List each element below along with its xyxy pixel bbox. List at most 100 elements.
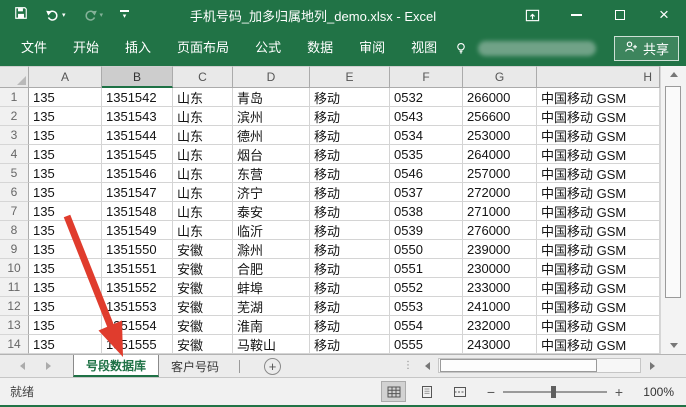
cell[interactable]: 移动 xyxy=(310,126,390,145)
cell[interactable]: 0538 xyxy=(390,202,463,221)
scroll-left-arrow[interactable] xyxy=(420,358,434,373)
vertical-scrollbar[interactable] xyxy=(660,66,686,354)
cell[interactable]: 241000 xyxy=(463,297,537,316)
normal-view-icon[interactable] xyxy=(381,381,406,402)
cell[interactable]: 0537 xyxy=(390,183,463,202)
row-header[interactable]: 6 xyxy=(0,183,29,202)
cell[interactable]: 山东 xyxy=(173,202,233,221)
cell[interactable]: 253000 xyxy=(463,126,537,145)
undo-button[interactable]: ▾ xyxy=(45,8,66,22)
cell[interactable]: 中国移动 GSM xyxy=(537,221,660,240)
cell[interactable]: 山东 xyxy=(173,145,233,164)
cell[interactable]: 135 xyxy=(29,335,102,354)
cell[interactable]: 山东 xyxy=(173,164,233,183)
scroll-right-arrow[interactable] xyxy=(645,358,659,373)
tell-me-blurred-area[interactable] xyxy=(478,40,597,56)
column-header-F[interactable]: F xyxy=(390,66,463,88)
maximize-icon[interactable] xyxy=(598,0,642,30)
cell[interactable]: 0539 xyxy=(390,221,463,240)
cell[interactable]: 临沂 xyxy=(233,221,310,240)
cell[interactable]: 1351554 xyxy=(102,316,173,335)
ribbon-tab-公式[interactable]: 公式 xyxy=(242,30,294,66)
previous-sheet-icon[interactable] xyxy=(20,362,25,370)
add-sheet-icon[interactable]: + xyxy=(264,357,282,375)
row-header[interactable]: 3 xyxy=(0,126,29,145)
cell[interactable]: 1351552 xyxy=(102,278,173,297)
cell[interactable]: 264000 xyxy=(463,145,537,164)
zoom-slider-thumb[interactable] xyxy=(551,385,556,398)
cell[interactable]: 0553 xyxy=(390,297,463,316)
cell[interactable]: 135 xyxy=(29,278,102,297)
row-header[interactable]: 4 xyxy=(0,145,29,164)
cell[interactable]: 0543 xyxy=(390,107,463,126)
chevron-down-icon[interactable]: ▾ xyxy=(62,12,66,19)
cell[interactable]: 1351555 xyxy=(102,335,173,354)
cell[interactable]: 中国移动 GSM xyxy=(537,278,660,297)
cell[interactable]: 0551 xyxy=(390,259,463,278)
cell[interactable]: 中国移动 GSM xyxy=(537,126,660,145)
column-header-A[interactable]: A xyxy=(29,66,102,88)
cell[interactable]: 中国移动 GSM xyxy=(537,335,660,354)
cell[interactable]: 1351550 xyxy=(102,240,173,259)
lightbulb-icon[interactable] xyxy=(454,41,468,56)
sheet-tab-客户号码[interactable]: 客户号码 xyxy=(159,355,231,377)
cell[interactable]: 安徽 xyxy=(173,259,233,278)
select-all-corner[interactable] xyxy=(0,66,29,88)
cell[interactable]: 山东 xyxy=(173,107,233,126)
ribbon-tab-审阅[interactable]: 审阅 xyxy=(346,30,398,66)
cell[interactable]: 1351553 xyxy=(102,297,173,316)
row-header[interactable]: 10 xyxy=(0,259,29,278)
close-icon[interactable]: × xyxy=(642,0,686,30)
cell[interactable]: 安徽 xyxy=(173,278,233,297)
row-header[interactable]: 12 xyxy=(0,297,29,316)
cell[interactable]: 135 xyxy=(29,297,102,316)
row-header[interactable]: 13 xyxy=(0,316,29,335)
column-header-C[interactable]: C xyxy=(173,66,233,88)
cell[interactable]: 1351546 xyxy=(102,164,173,183)
scroll-down-arrow[interactable] xyxy=(661,337,686,354)
cell[interactable]: 中国移动 GSM xyxy=(537,259,660,278)
cell[interactable]: 移动 xyxy=(310,297,390,316)
minimize-icon[interactable] xyxy=(554,0,598,30)
zoom-out-button[interactable]: − xyxy=(486,384,496,400)
ribbon-display-options-icon[interactable] xyxy=(510,0,554,30)
cell[interactable]: 257000 xyxy=(463,164,537,183)
zoom-level[interactable]: 100% xyxy=(634,385,674,399)
page-layout-view-icon[interactable] xyxy=(414,381,439,402)
row-header[interactable]: 1 xyxy=(0,88,29,107)
zoom-slider[interactable] xyxy=(503,385,607,398)
cell[interactable]: 0535 xyxy=(390,145,463,164)
cell[interactable]: 安徽 xyxy=(173,297,233,316)
cell[interactable]: 0554 xyxy=(390,316,463,335)
cell[interactable]: 266000 xyxy=(463,88,537,107)
cell[interactable]: 232000 xyxy=(463,316,537,335)
cell[interactable]: 135 xyxy=(29,183,102,202)
cell[interactable]: 276000 xyxy=(463,221,537,240)
cell[interactable]: 1351543 xyxy=(102,107,173,126)
horizontal-scrollbar-track[interactable] xyxy=(438,358,641,373)
ribbon-tab-数据[interactable]: 数据 xyxy=(294,30,346,66)
cell[interactable]: 239000 xyxy=(463,240,537,259)
cell[interactable]: 1351545 xyxy=(102,145,173,164)
cell[interactable]: 中国移动 GSM xyxy=(537,145,660,164)
cell[interactable]: 1351544 xyxy=(102,126,173,145)
cell[interactable]: 移动 xyxy=(310,316,390,335)
cell[interactable]: 蚌埠 xyxy=(233,278,310,297)
cell[interactable]: 山东 xyxy=(173,88,233,107)
row-header[interactable]: 14 xyxy=(0,335,29,354)
cell[interactable]: 135 xyxy=(29,107,102,126)
scroll-up-arrow[interactable] xyxy=(661,66,686,83)
cell[interactable]: 0550 xyxy=(390,240,463,259)
row-header[interactable]: 11 xyxy=(0,278,29,297)
row-header[interactable]: 2 xyxy=(0,107,29,126)
cell[interactable]: 东营 xyxy=(233,164,310,183)
next-sheet-icon[interactable] xyxy=(46,362,51,370)
cell[interactable]: 烟台 xyxy=(233,145,310,164)
cell[interactable]: 芜湖 xyxy=(233,297,310,316)
cell[interactable]: 移动 xyxy=(310,88,390,107)
cell[interactable]: 泰安 xyxy=(233,202,310,221)
zoom-in-button[interactable]: + xyxy=(614,384,624,400)
cell[interactable]: 1351542 xyxy=(102,88,173,107)
cell[interactable]: 中国移动 GSM xyxy=(537,183,660,202)
customize-quick-access-icon[interactable]: ▾ xyxy=(120,10,130,20)
